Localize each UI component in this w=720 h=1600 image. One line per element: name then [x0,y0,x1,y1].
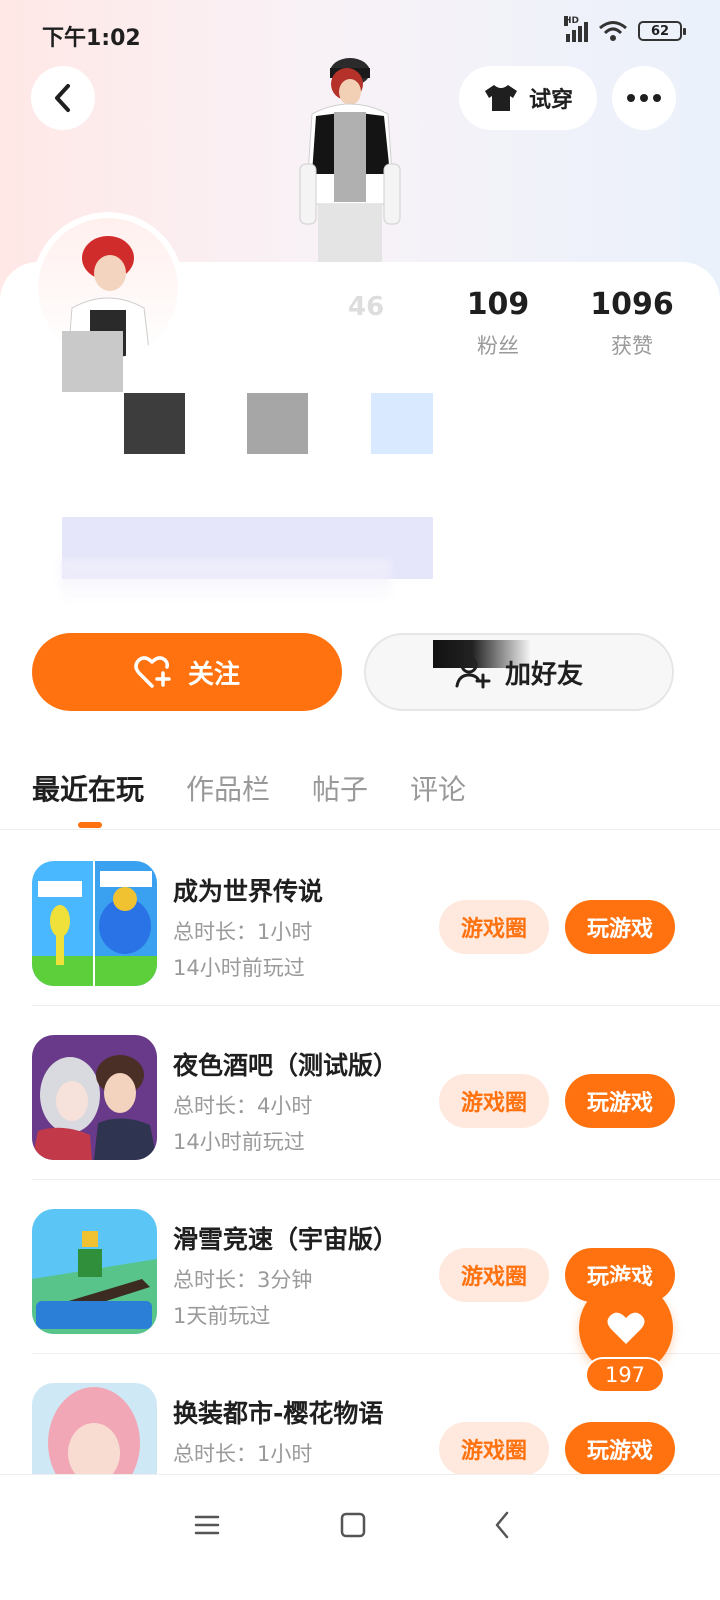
fans-label: 粉丝 [477,334,519,358]
tab-works[interactable]: 作品栏 [186,768,270,808]
game-last-played: 14小时前玩过 [173,1130,305,1154]
game-last-played: 14小时前玩过 [173,956,305,980]
try-on-button[interactable]: 试穿 [459,66,597,130]
game-duration: 总时长：1小时 [173,1442,313,1466]
game-title: 夜色酒吧（测试版） [173,1051,399,1080]
character-avatar-3d [299,58,401,264]
list-item[interactable]: 成为世界传说 总时长：1小时 14小时前玩过 游戏圈 玩游戏 [0,832,720,1006]
play-game-button[interactable]: 玩游戏 [565,900,675,954]
chevron-left-icon [55,84,70,112]
profile-tabs: 最近在玩 作品栏 帖子 评论 [32,768,466,808]
game-duration: 总时长：1小时 [173,920,313,944]
redacted-block [124,393,185,454]
back-nav-button[interactable] [482,1505,522,1545]
game-duration: 总时长：4小时 [173,1094,313,1118]
battery-level: 62 [650,23,670,39]
chevron-left-icon [495,1511,509,1539]
cellular-signal-icon: HD [564,16,588,42]
tshirt-icon [484,85,517,111]
play-game-button[interactable]: 玩游戏 [565,1074,675,1128]
bar-game-icon [32,1035,157,1160]
level-game-icon [32,861,157,986]
redacted-block [433,640,531,668]
home-nav-button[interactable] [333,1505,373,1545]
likes-received-count: 1096 [590,287,674,322]
game-last-played: 1天前玩过 [173,1304,271,1328]
wifi-icon [599,21,627,41]
fans-stat[interactable]: 109 粉丝 [458,287,538,360]
redacted-bio-fade [60,560,390,604]
user-id-fragment: 46 [348,292,385,322]
game-circle-button[interactable]: 游戏圈 [439,1074,549,1128]
likes-stat[interactable]: 1096 获赞 [590,287,674,360]
follow-button[interactable]: 关注 [32,633,342,711]
status-time: 下午1:02 [42,26,141,51]
heart-plus-icon [134,656,171,688]
game-circle-button[interactable]: 游戏圈 [439,900,549,954]
more-options-button[interactable] [612,66,676,130]
active-tab-indicator [78,822,102,828]
back-button[interactable] [31,66,95,130]
heart-icon [607,1312,645,1344]
like-count-badge: 197 [585,1357,665,1393]
menu-nav-button[interactable] [187,1505,227,1545]
network-badge: HD [564,16,580,26]
game-title: 滑雪竞速（宇宙版） [173,1225,399,1254]
game-title: 成为世界传说 [173,877,324,906]
try-on-label: 试穿 [528,88,573,113]
redacted-block [62,331,123,392]
game-circle-button[interactable]: 游戏圈 [439,1248,549,1302]
play-game-button[interactable]: 玩游戏 [565,1422,675,1476]
likes-received-label: 获赞 [611,334,653,358]
tab-comments[interactable]: 评论 [410,768,466,808]
fans-count: 109 [466,287,530,322]
redacted-block [247,393,308,454]
redacted-block [371,393,433,454]
ski-game-icon [32,1209,157,1334]
follow-label: 关注 [187,659,240,690]
list-item[interactable]: 夜色酒吧（测试版） 总时长：4小时 14小时前玩过 游戏圈 玩游戏 [0,1006,720,1180]
more-dots-icon [627,94,635,102]
game-title: 换装都市-樱花物语 [173,1399,384,1428]
status-icons: HD 62 [564,16,686,42]
home-square-icon [340,1512,366,1538]
game-duration: 总时长：3分钟 [173,1268,313,1292]
tab-recently-played[interactable]: 最近在玩 [32,768,144,808]
tabs-divider [0,829,720,830]
system-nav-bar [0,1474,720,1600]
game-circle-button[interactable]: 游戏圈 [439,1422,549,1476]
menu-icon [194,1515,220,1535]
battery-icon: 62 [638,21,686,41]
tab-posts[interactable]: 帖子 [312,768,368,808]
